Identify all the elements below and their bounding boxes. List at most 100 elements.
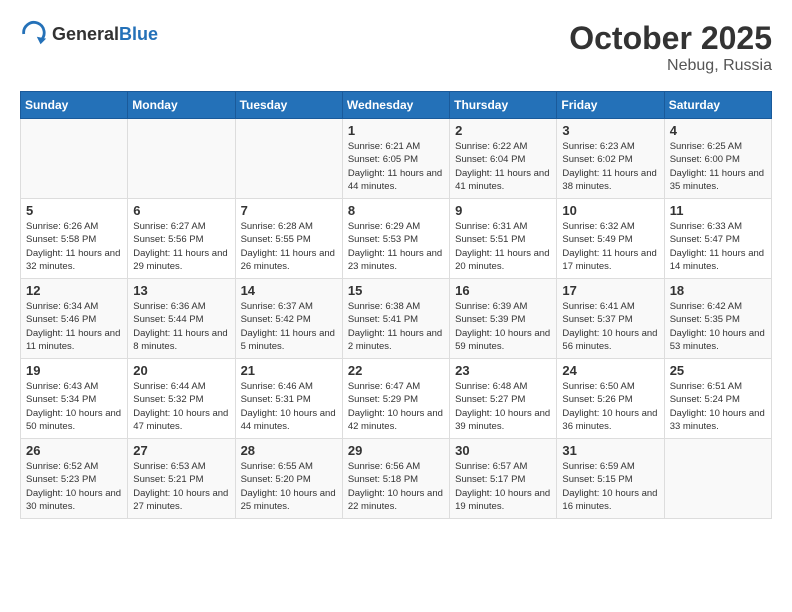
day-number: 15 [348, 283, 444, 298]
cell-info: Sunrise: 6:38 AM Sunset: 5:41 PM Dayligh… [348, 300, 444, 353]
day-number: 3 [562, 123, 658, 138]
day-number: 2 [455, 123, 551, 138]
header-saturday: Saturday [664, 92, 771, 119]
header-monday: Monday [128, 92, 235, 119]
calendar-cell: 22 Sunrise: 6:47 AM Sunset: 5:29 PM Dayli… [342, 359, 449, 439]
calendar-cell: 7Sunrise: 6:28 AM Sunset: 5:55 PM Daylig… [235, 199, 342, 279]
logo: General Blue [20, 20, 158, 48]
header-sunday: Sunday [21, 92, 128, 119]
header-wednesday: Wednesday [342, 92, 449, 119]
logo-icon [20, 20, 48, 48]
cell-info: Sunrise: 6:27 AM Sunset: 5:56 PM Dayligh… [133, 220, 229, 273]
day-number: 12 [26, 283, 122, 298]
calendar-cell: 11 Sunrise: 6:33 AM Sunset: 5:47 PM Dayli… [664, 199, 771, 279]
day-number: 21 [241, 363, 337, 378]
day-number: 1 [348, 123, 444, 138]
calendar-cell: 28 Sunrise: 6:55 AM Sunset: 5:20 PM Dayli… [235, 439, 342, 519]
month-year-title: October 2025 [569, 20, 772, 57]
day-number: 5 [26, 203, 122, 218]
day-number: 27 [133, 443, 229, 458]
cell-info: Sunrise: 6:50 AM Sunset: 5:26 PM Dayligh… [562, 380, 658, 433]
cell-info: Sunrise: 6:51 AM Sunset: 5:24 PM Dayligh… [670, 380, 766, 433]
day-number: 6 [133, 203, 229, 218]
calendar-cell [21, 119, 128, 199]
calendar-cell: 15 Sunrise: 6:38 AM Sunset: 5:41 PM Dayli… [342, 279, 449, 359]
cell-info: Sunrise: 6:42 AM Sunset: 5:35 PM Dayligh… [670, 300, 766, 353]
calendar-cell: 19 Sunrise: 6:43 AM Sunset: 5:34 PM Dayli… [21, 359, 128, 439]
week-row-3: 12 Sunrise: 6:34 AM Sunset: 5:46 PM Dayli… [21, 279, 772, 359]
calendar-cell: 2Sunrise: 6:22 AM Sunset: 6:04 PM Daylig… [450, 119, 557, 199]
week-row-2: 5 Sunrise: 6:26 AM Sunset: 5:58 PM Daylig… [21, 199, 772, 279]
cell-info: Sunrise: 6:32 AM Sunset: 5:49 PM Dayligh… [562, 220, 658, 273]
day-number: 20 [133, 363, 229, 378]
calendar-cell: 4Sunrise: 6:25 AM Sunset: 6:00 PM Daylig… [664, 119, 771, 199]
cell-info: Sunrise: 6:31 AM Sunset: 5:51 PM Dayligh… [455, 220, 551, 273]
day-number: 18 [670, 283, 766, 298]
calendar-cell: 21 Sunrise: 6:46 AM Sunset: 5:31 PM Dayli… [235, 359, 342, 439]
cell-info: Sunrise: 6:53 AM Sunset: 5:21 PM Dayligh… [133, 460, 229, 513]
day-number: 31 [562, 443, 658, 458]
cell-info: Sunrise: 6:57 AM Sunset: 5:17 PM Dayligh… [455, 460, 551, 513]
cell-info: Sunrise: 6:26 AM Sunset: 5:58 PM Dayligh… [26, 220, 122, 273]
calendar-cell: 6 Sunrise: 6:27 AM Sunset: 5:56 PM Daylig… [128, 199, 235, 279]
calendar-cell: 3 Sunrise: 6:23 AM Sunset: 6:02 PM Daylig… [557, 119, 664, 199]
calendar-cell: 10 Sunrise: 6:32 AM Sunset: 5:49 PM Dayli… [557, 199, 664, 279]
calendar-cell: 16 Sunrise: 6:39 AM Sunset: 5:39 PM Dayli… [450, 279, 557, 359]
day-number: 23 [455, 363, 551, 378]
calendar-cell: 25 Sunrise: 6:51 AM Sunset: 5:24 PM Dayli… [664, 359, 771, 439]
cell-info: Sunrise: 6:55 AM Sunset: 5:20 PM Dayligh… [241, 460, 337, 513]
logo-general-text: General [52, 24, 119, 45]
cell-info: Sunrise: 6:59 AM Sunset: 5:15 PM Dayligh… [562, 460, 658, 513]
day-number: 19 [26, 363, 122, 378]
day-number: 24 [562, 363, 658, 378]
day-number: 16 [455, 283, 551, 298]
calendar-cell [664, 439, 771, 519]
day-number: 7 [241, 203, 337, 218]
week-row-4: 19 Sunrise: 6:43 AM Sunset: 5:34 PM Dayli… [21, 359, 772, 439]
calendar-cell: 17Sunrise: 6:41 AM Sunset: 5:37 PM Dayli… [557, 279, 664, 359]
day-number: 11 [670, 203, 766, 218]
week-row-1: 1 Sunrise: 6:21 AM Sunset: 6:05 PM Daylig… [21, 119, 772, 199]
calendar-cell: 18 Sunrise: 6:42 AM Sunset: 5:35 PM Dayli… [664, 279, 771, 359]
header-friday: Friday [557, 92, 664, 119]
cell-info: Sunrise: 6:36 AM Sunset: 5:44 PM Dayligh… [133, 300, 229, 353]
calendar-cell: 29Sunrise: 6:56 AM Sunset: 5:18 PM Dayli… [342, 439, 449, 519]
cell-info: Sunrise: 6:37 AM Sunset: 5:42 PM Dayligh… [241, 300, 337, 353]
cell-info: Sunrise: 6:56 AM Sunset: 5:18 PM Dayligh… [348, 460, 444, 513]
day-number: 30 [455, 443, 551, 458]
day-number: 8 [348, 203, 444, 218]
cell-info: Sunrise: 6:39 AM Sunset: 5:39 PM Dayligh… [455, 300, 551, 353]
calendar-cell: 31 Sunrise: 6:59 AM Sunset: 5:15 PM Dayli… [557, 439, 664, 519]
calendar-cell: 5 Sunrise: 6:26 AM Sunset: 5:58 PM Daylig… [21, 199, 128, 279]
cell-info: Sunrise: 6:21 AM Sunset: 6:05 PM Dayligh… [348, 140, 444, 193]
cell-info: Sunrise: 6:34 AM Sunset: 5:46 PM Dayligh… [26, 300, 122, 353]
day-number: 28 [241, 443, 337, 458]
calendar-header: SundayMondayTuesdayWednesdayThursdayFrid… [21, 92, 772, 119]
day-number: 17 [562, 283, 658, 298]
calendar-cell [128, 119, 235, 199]
day-number: 9 [455, 203, 551, 218]
calendar-cell: 8Sunrise: 6:29 AM Sunset: 5:53 PM Daylig… [342, 199, 449, 279]
title-block: October 2025 Nebug, Russia [569, 20, 772, 75]
cell-info: Sunrise: 6:47 AM Sunset: 5:29 PM Dayligh… [348, 380, 444, 433]
day-number: 10 [562, 203, 658, 218]
calendar-table: SundayMondayTuesdayWednesdayThursdayFrid… [20, 91, 772, 519]
calendar-cell: 9 Sunrise: 6:31 AM Sunset: 5:51 PM Daylig… [450, 199, 557, 279]
header-thursday: Thursday [450, 92, 557, 119]
header-row: SundayMondayTuesdayWednesdayThursdayFrid… [21, 92, 772, 119]
cell-info: Sunrise: 6:25 AM Sunset: 6:00 PM Dayligh… [670, 140, 766, 193]
calendar-body: 1 Sunrise: 6:21 AM Sunset: 6:05 PM Daylig… [21, 119, 772, 519]
cell-info: Sunrise: 6:46 AM Sunset: 5:31 PM Dayligh… [241, 380, 337, 433]
week-row-5: 26Sunrise: 6:52 AM Sunset: 5:23 PM Dayli… [21, 439, 772, 519]
cell-info: Sunrise: 6:33 AM Sunset: 5:47 PM Dayligh… [670, 220, 766, 273]
day-number: 25 [670, 363, 766, 378]
cell-info: Sunrise: 6:43 AM Sunset: 5:34 PM Dayligh… [26, 380, 122, 433]
cell-info: Sunrise: 6:48 AM Sunset: 5:27 PM Dayligh… [455, 380, 551, 433]
calendar-cell: 26Sunrise: 6:52 AM Sunset: 5:23 PM Dayli… [21, 439, 128, 519]
header-tuesday: Tuesday [235, 92, 342, 119]
calendar-cell: 23 Sunrise: 6:48 AM Sunset: 5:27 PM Dayli… [450, 359, 557, 439]
cell-info: Sunrise: 6:23 AM Sunset: 6:02 PM Dayligh… [562, 140, 658, 193]
day-number: 22 [348, 363, 444, 378]
day-number: 26 [26, 443, 122, 458]
calendar-cell: 14Sunrise: 6:37 AM Sunset: 5:42 PM Dayli… [235, 279, 342, 359]
